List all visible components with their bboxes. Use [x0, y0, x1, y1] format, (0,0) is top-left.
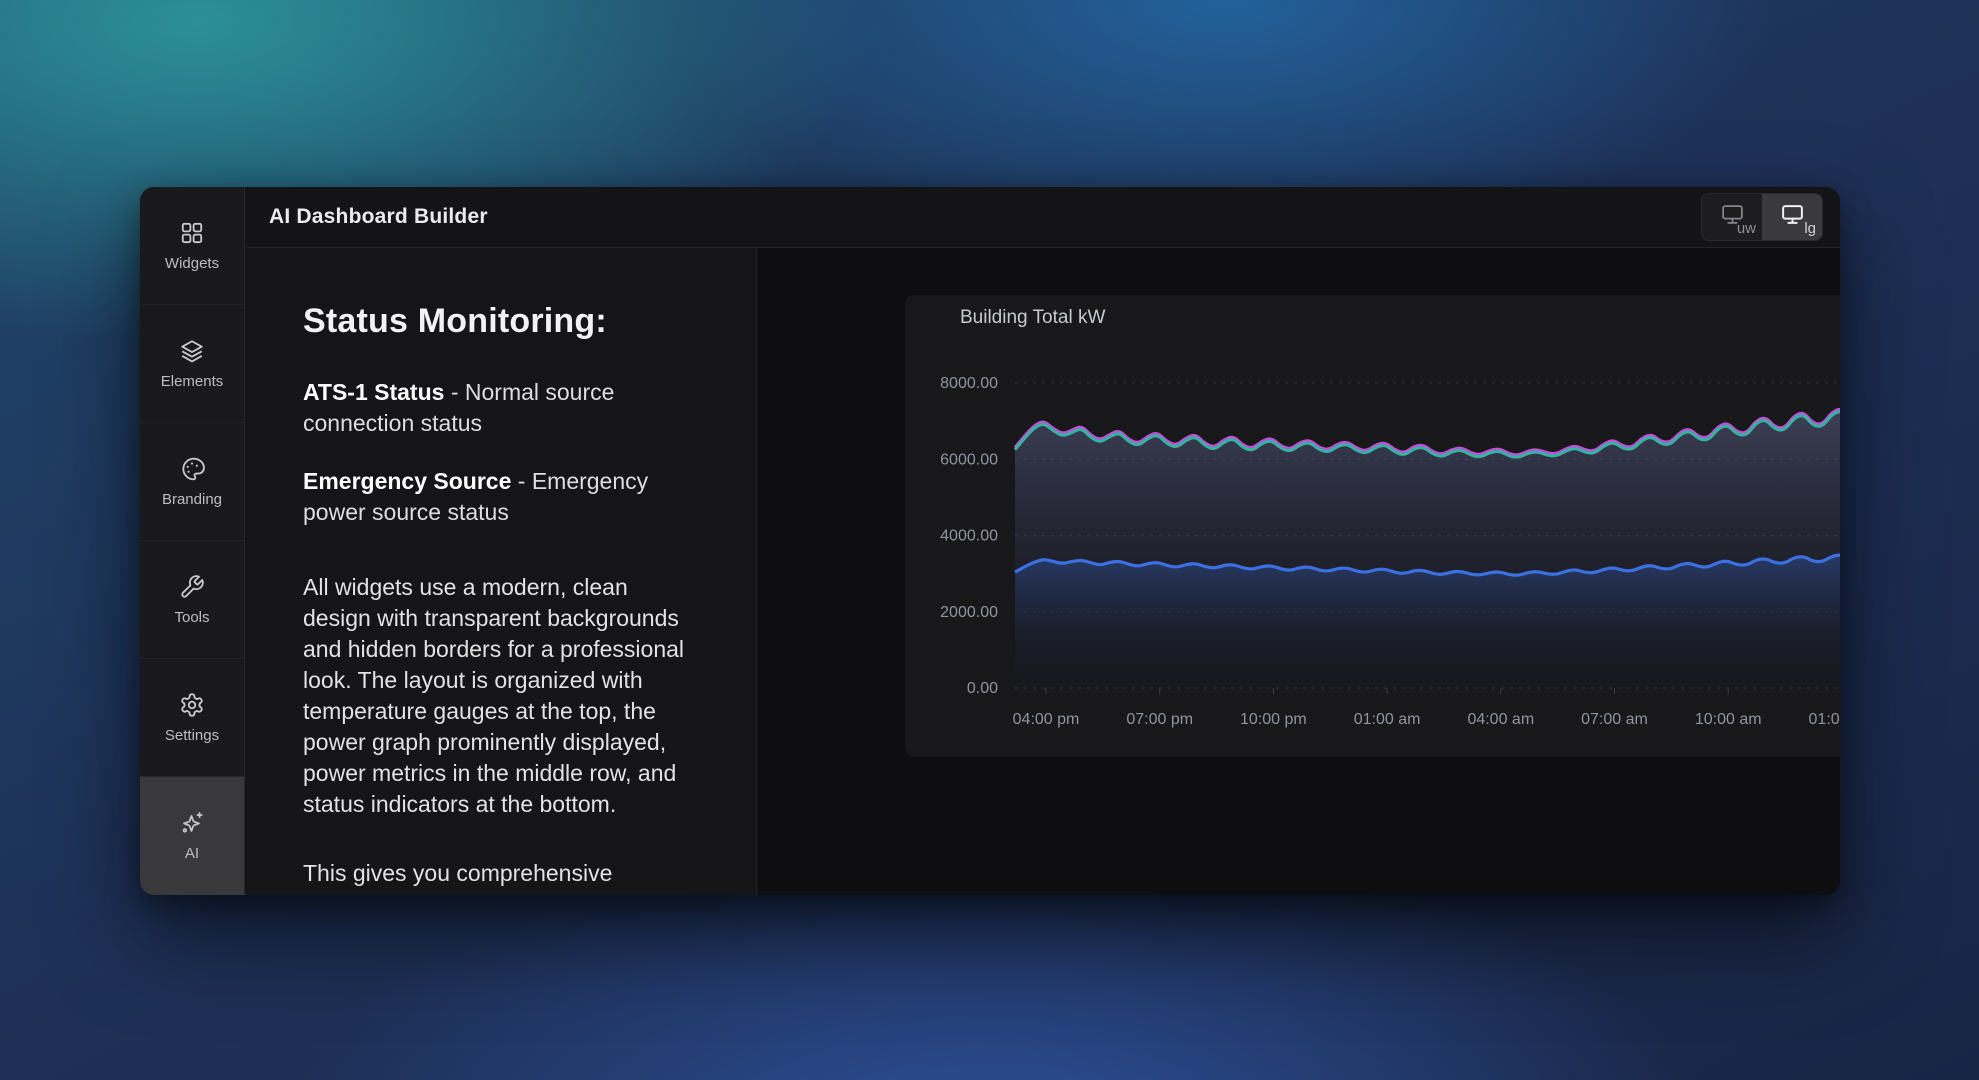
sparkle-icon — [179, 810, 205, 836]
sidebar-item-tools[interactable]: Tools — [140, 541, 244, 659]
sidebar-item-widgets[interactable]: Widgets — [140, 187, 244, 305]
sidebar-item-label: AI — [185, 845, 199, 862]
svg-text:07:00 pm: 07:00 pm — [1126, 711, 1193, 728]
app-title: AI Dashboard Builder — [269, 205, 488, 229]
svg-text:01:00 pm: 01:00 pm — [1809, 711, 1840, 728]
svg-text:07:00 am: 07:00 am — [1581, 711, 1648, 728]
power-chart-svg: 8000.00 6000.00 4000.00 2000.00 0.00 04:00 pm… — [905, 295, 1840, 757]
sidebar-item-settings[interactable]: Settings — [140, 659, 244, 777]
layers-icon — [179, 338, 205, 364]
gear-icon — [179, 692, 205, 718]
building-total-kw-card: Building Total kW 8000.006000.004000.002… — [905, 295, 1840, 757]
dashboard-canvas: Building Total kW 8000.006000.004000.002… — [758, 248, 1840, 895]
sidebar: Widgets Elements Branding Tools — [140, 187, 245, 895]
sidebar-item-label: Tools — [174, 609, 209, 626]
feature-term: ATS-1 Status — [303, 379, 444, 405]
svg-text:2000.00: 2000.00 — [940, 604, 998, 621]
wrench-icon — [179, 574, 205, 600]
svg-text:04:00 am: 04:00 am — [1467, 711, 1534, 728]
feature-ats1-status: ATS-1 Status - Normal source connection … — [303, 377, 675, 439]
palette-icon — [179, 456, 205, 482]
header-bar: AI Dashboard Builder uw lg — [245, 187, 1840, 248]
feature-term: Emergency Source — [303, 468, 511, 494]
panel-heading: Status Monitoring: — [303, 302, 716, 341]
svg-text:10:00 am: 10:00 am — [1695, 711, 1762, 728]
panel-paragraph: All widgets use a modern, clean design w… — [303, 572, 685, 820]
sidebar-item-label: Elements — [161, 373, 224, 390]
sidebar-item-label: Branding — [162, 491, 222, 508]
svg-text:0.00: 0.00 — [967, 680, 998, 697]
monitor-icon — [1779, 202, 1806, 232]
viewport-uw-label: uw — [1737, 220, 1756, 237]
app-window: Widgets Elements Branding Tools — [140, 187, 1840, 895]
svg-text:01:00 am: 01:00 am — [1354, 711, 1421, 728]
sidebar-item-label: Settings — [165, 727, 219, 744]
viewport-uw-button[interactable]: uw — [1702, 194, 1762, 240]
viewport-lg-label: lg — [1804, 220, 1816, 237]
sidebar-item-ai[interactable]: AI — [140, 777, 244, 895]
feature-emergency-source: Emergency Source - Emergency power sourc… — [303, 466, 675, 528]
panel-paragraph-truncated: This gives you comprehensive monitoring … — [303, 858, 685, 895]
svg-text:4000.00: 4000.00 — [940, 528, 998, 545]
viewport-size-toggle: uw lg — [1701, 193, 1823, 241]
sidebar-item-label: Widgets — [165, 255, 219, 272]
ai-response-panel: Status Monitoring: ATS-1 Status - Normal… — [245, 248, 757, 895]
svg-text:04:00 pm: 04:00 pm — [1013, 711, 1080, 728]
svg-text:8000.00: 8000.00 — [940, 375, 998, 392]
grid-icon — [179, 220, 205, 246]
desktop-background: Widgets Elements Branding Tools — [0, 0, 1979, 1080]
viewport-lg-button[interactable]: lg — [1762, 194, 1822, 240]
sidebar-item-elements[interactable]: Elements — [140, 305, 244, 423]
sidebar-item-branding[interactable]: Branding — [140, 423, 244, 541]
svg-text:10:00 pm: 10:00 pm — [1240, 711, 1307, 728]
svg-text:6000.00: 6000.00 — [940, 451, 998, 468]
